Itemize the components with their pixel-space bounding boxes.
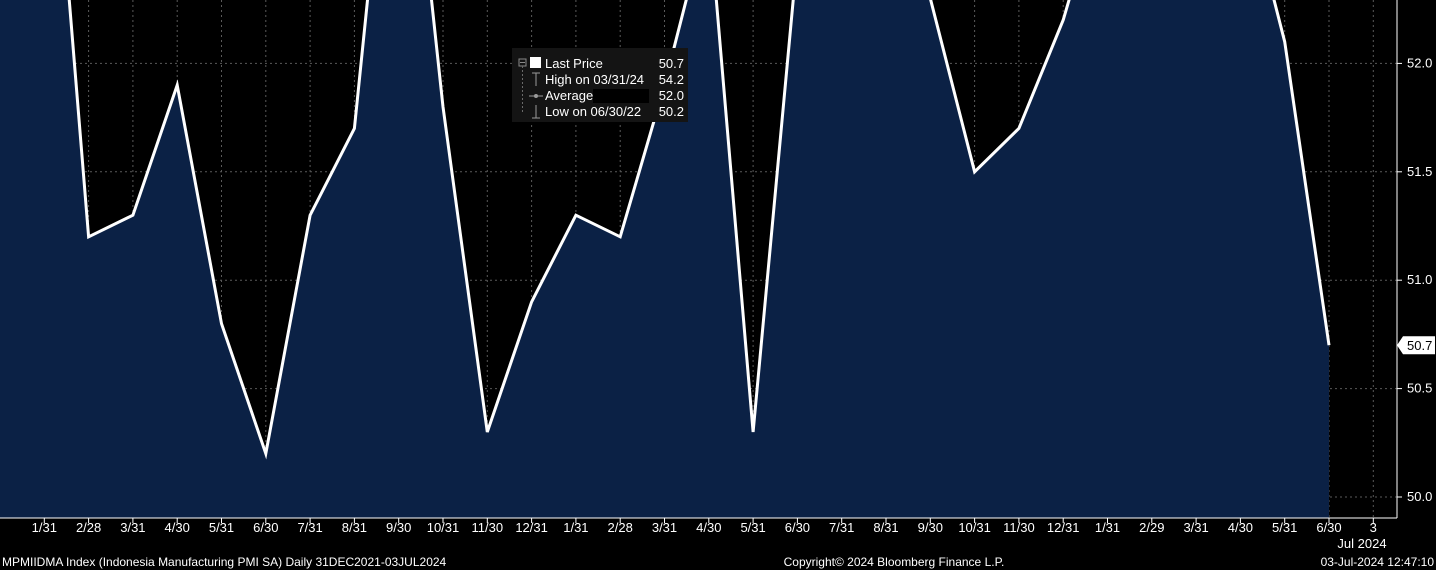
x-axis-ticks: 1/31 2/28 3/31 4/30 5/31 6/30 7/31 8/31 9/30 10/3… xyxy=(32,518,1377,535)
x-tick-label: 3 xyxy=(1370,520,1377,535)
x-tick-label: 5/31 xyxy=(1272,520,1297,535)
y-tick-label: 51.5 xyxy=(1407,164,1432,179)
y-tick-label: 51.0 xyxy=(1407,272,1432,287)
legend-entry-high-value: 54.2 xyxy=(659,72,684,87)
x-tick-label: 4/30 xyxy=(696,520,721,535)
y-axis-ticks: 50.050.551.051.552.052.553.053.554.054.5 xyxy=(1397,55,1432,504)
last-value-label: 50.7 xyxy=(1407,338,1432,353)
x-tick-label: 6/30 xyxy=(785,520,810,535)
x-tick-label: 11/30 xyxy=(472,520,504,535)
legend-entry-high-label: High on 03/31/24 xyxy=(545,72,644,87)
y-tick-label: 52.0 xyxy=(1407,55,1432,70)
legend-entry-low-value: 50.2 xyxy=(659,104,684,119)
legend-entry-last-price-label: Last Price xyxy=(545,56,603,71)
x-tick-label: 3/31 xyxy=(1183,520,1208,535)
footer-security-description: MPMIIDMA Index (Indonesia Manufacturing … xyxy=(2,555,447,569)
x-tick-label: 1/31 xyxy=(1095,520,1120,535)
x-tick-label: 8/31 xyxy=(342,520,367,535)
x-tick-label: 6/30 xyxy=(253,520,278,535)
chart-footer: MPMIIDMA Index (Indonesia Manufacturing … xyxy=(2,555,1434,569)
x-axis-secondary-label: Jul 2024 xyxy=(1337,536,1386,551)
pmi-area-chart: 50.050.551.051.552.052.553.053.554.054.5… xyxy=(0,0,1435,569)
x-tick-label: 10/31 xyxy=(958,520,991,535)
x-tick-label: 8/31 xyxy=(873,520,898,535)
x-tick-label: 10/31 xyxy=(427,520,460,535)
x-tick-label: 2/28 xyxy=(608,520,633,535)
x-tick-label: 4/30 xyxy=(165,520,190,535)
x-tick-label: 2/28 xyxy=(76,520,101,535)
x-tick-label: 5/31 xyxy=(740,520,765,535)
x-tick-label: 6/30 xyxy=(1316,520,1341,535)
last-price-swatch-icon xyxy=(530,57,541,68)
legend-entry-low-label: Low on 06/30/22 xyxy=(545,104,641,119)
legend-entry-average-value: 52.0 xyxy=(659,88,684,103)
y-tick-label: 50.5 xyxy=(1407,381,1432,396)
x-tick-label: 1/31 xyxy=(32,520,57,535)
x-tick-label: 5/31 xyxy=(209,520,234,535)
footer-timestamp: 03-Jul-2024 12:47:10 xyxy=(1321,555,1435,569)
x-tick-label: 12/31 xyxy=(1047,520,1080,535)
average-marker-dot xyxy=(534,94,538,98)
x-tick-label: 1/31 xyxy=(563,520,588,535)
x-tick-label: 12/31 xyxy=(515,520,548,535)
footer-copyright: Copyright© 2024 Bloomberg Finance L.P. xyxy=(784,555,1005,569)
legend: Last Price 50.7 High on 03/31/24 54.2 Av… xyxy=(512,48,688,122)
x-tick-label: 3/31 xyxy=(120,520,145,535)
legend-entry-last-price-value: 50.7 xyxy=(659,56,684,71)
legend-entry-average-label: Average xyxy=(545,88,593,103)
x-tick-label: 3/31 xyxy=(652,520,677,535)
x-tick-label: 11/30 xyxy=(1003,520,1035,535)
x-tick-label: 9/30 xyxy=(918,520,943,535)
x-tick-label: 4/30 xyxy=(1228,520,1253,535)
x-tick-label: 9/30 xyxy=(386,520,411,535)
last-value-badge: 50.7 xyxy=(1397,336,1435,355)
chart-container: 50.050.551.051.552.052.553.053.554.054.5… xyxy=(0,0,1436,570)
y-tick-label: 50.0 xyxy=(1407,489,1432,504)
x-tick-label: 7/31 xyxy=(829,520,854,535)
average-label-highlight xyxy=(593,89,649,103)
x-tick-label: 7/31 xyxy=(297,520,322,535)
x-tick-label: 2/29 xyxy=(1139,520,1164,535)
